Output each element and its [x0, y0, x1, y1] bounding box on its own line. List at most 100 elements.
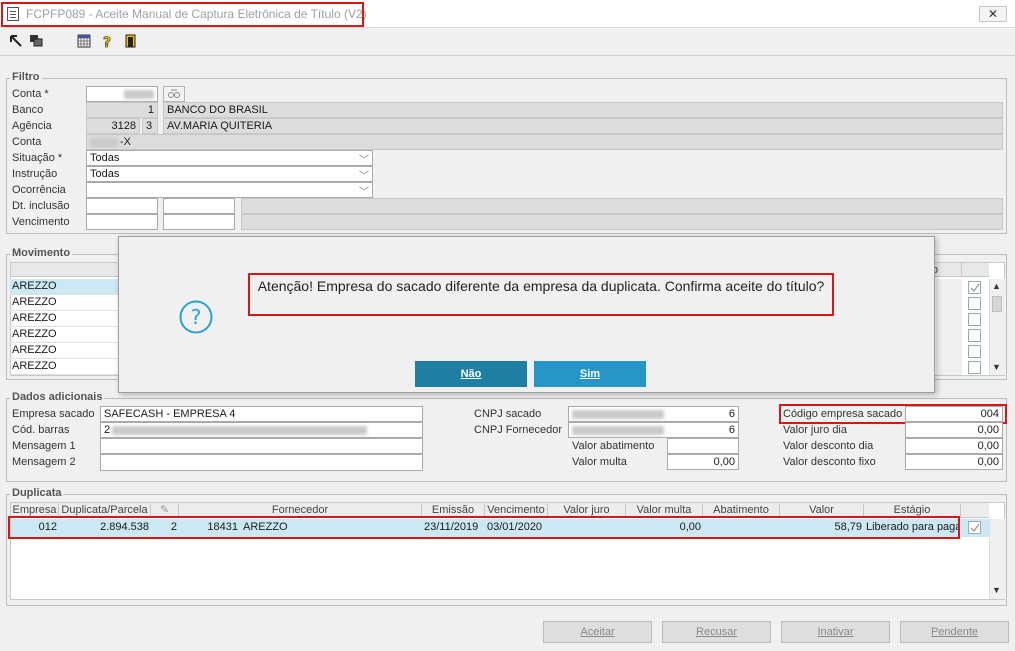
recusar-button[interactable]: Recusar	[662, 621, 771, 643]
conta-label: Conta	[12, 136, 42, 148]
no-label: Não	[460, 368, 482, 380]
cnpj-sacado-label: CNPJ sacado	[474, 408, 542, 420]
conta-required-label: Conta *	[12, 88, 49, 100]
instrucao-select[interactable]: Todas ﹀	[86, 166, 373, 182]
dt-inclusao-from[interactable]	[86, 198, 158, 214]
vencimento-label: Vencimento	[12, 216, 70, 228]
scroll-thumb[interactable]	[992, 296, 1002, 312]
list-item[interactable]: AREZZO	[10, 359, 118, 375]
vencimento-to[interactable]	[163, 214, 235, 230]
banco-code-field: 1	[86, 102, 158, 118]
inativar-label: Inativar	[817, 626, 854, 638]
cod-barras-redacted	[112, 426, 367, 435]
scroll-down-icon[interactable]: ▼	[992, 362, 1001, 372]
situacao-select[interactable]: Todas ﹀	[86, 150, 373, 166]
valor-multa-field: 0,00	[667, 454, 739, 470]
agencia-label: Agência	[12, 120, 52, 132]
pendente-button[interactable]: Pendente	[900, 621, 1009, 643]
list-item[interactable]: AREZZO	[10, 343, 118, 359]
row-checkbox[interactable]	[968, 329, 981, 342]
situacao-label: Situação *	[12, 152, 63, 164]
exit-door-icon[interactable]	[124, 34, 138, 48]
conta-number-redacted	[90, 138, 118, 147]
cnpj-fornecedor-redacted	[572, 426, 664, 435]
list-item[interactable]: AREZZO	[10, 279, 118, 295]
mensagem1-label: Mensagem 1	[12, 440, 76, 452]
aceitar-button[interactable]: Aceitar	[543, 621, 652, 643]
scroll-down-icon[interactable]: ▼	[992, 585, 1001, 595]
title-highlight	[1, 2, 364, 27]
conta-number-field	[86, 134, 1003, 150]
valor-desconto-dia-field: 0,00	[905, 438, 1003, 454]
list-item[interactable]: AREZZO	[10, 311, 118, 327]
close-button[interactable]: ✕	[979, 6, 1007, 22]
yes-label: Sim	[579, 368, 601, 380]
banco-name-field: BANCO DO BRASIL	[163, 102, 1003, 118]
dt-inclusao-info	[241, 198, 1003, 214]
cnpj-sacado-redacted	[572, 410, 664, 419]
vencimento-info	[241, 214, 1003, 230]
list-item[interactable]: AREZZO	[10, 295, 118, 311]
inativar-button[interactable]: Inativar	[781, 621, 890, 643]
valor-abatimento-field	[667, 438, 739, 454]
windows-icon[interactable]	[29, 34, 43, 48]
binoculars-icon	[168, 89, 180, 99]
row-checkbox[interactable]	[968, 281, 981, 294]
instrucao-label: Instrução	[12, 168, 58, 180]
arrow-icon[interactable]	[9, 34, 23, 48]
chevron-down-icon: ﹀	[359, 171, 369, 182]
row-checkbox[interactable]	[968, 521, 981, 534]
cod-barras-label: Cód. barras	[12, 424, 70, 436]
empresa-sacado-field: SAFECASH - EMPRESA 4	[100, 406, 423, 422]
row-checkbox[interactable]	[968, 361, 981, 374]
toolbar-divider	[0, 55, 1015, 56]
aceitar-label: Aceitar	[580, 626, 615, 638]
valor-desconto-fixo-label: Valor desconto fixo	[783, 456, 876, 468]
row-checkbox[interactable]	[968, 313, 981, 326]
mensagem1-field	[100, 438, 423, 454]
row-checkbox[interactable]	[968, 297, 981, 310]
chevron-down-icon: ﹀	[359, 155, 369, 166]
dt-inclusao-to[interactable]	[163, 198, 235, 214]
list-item[interactable]: AREZZO	[10, 327, 118, 343]
instrucao-value: Todas	[90, 168, 120, 180]
empresa-sacado-label: Empresa sacado	[12, 408, 95, 420]
agencia-code-field: 3128	[86, 118, 140, 134]
yes-button[interactable]: Sim	[534, 361, 646, 387]
valor-juro-dia-label: Valor juro dia	[783, 424, 847, 436]
dados-legend: Dados adicionais	[10, 391, 105, 403]
cnpj-fornecedor-label: CNPJ Fornecedor	[474, 424, 563, 436]
ocorrencia-label: Ocorrência	[12, 184, 66, 196]
vencimento-from[interactable]	[86, 214, 158, 230]
svg-text:?: ?	[191, 305, 202, 329]
mensagem2-field	[100, 454, 423, 471]
valor-desconto-fixo-field: 0,00	[905, 454, 1003, 470]
dialog-message-highlight	[248, 273, 834, 316]
svg-text:?: ?	[103, 35, 111, 50]
ocorrencia-select[interactable]: ﹀	[86, 182, 373, 198]
recusar-label: Recusar	[696, 626, 737, 638]
valor-desconto-dia-label: Valor desconto dia	[783, 440, 874, 452]
cod-barras-prefix: 2	[104, 424, 111, 436]
no-button[interactable]: Não	[415, 361, 527, 387]
agencia-digit-field: 3	[142, 118, 158, 134]
pendente-label: Pendente	[930, 626, 979, 638]
valor-juro-dia-field: 0,00	[905, 422, 1003, 438]
movimento-legend: Movimento	[10, 247, 73, 259]
agencia-name-field: AV.MARIA QUITERIA	[163, 118, 1003, 134]
movimento-header-sep	[961, 263, 962, 277]
help-icon[interactable]: ?	[101, 34, 115, 52]
duplicata-legend: Duplicata	[10, 487, 64, 499]
mensagem2-label: Mensagem 2	[12, 456, 76, 468]
question-icon: ?	[178, 299, 214, 335]
calendar-grid-icon[interactable]	[77, 34, 91, 48]
chevron-down-icon: ﹀	[359, 187, 369, 198]
situacao-value: Todas	[90, 152, 120, 164]
row-checkbox[interactable]	[968, 345, 981, 358]
scroll-up-icon[interactable]: ▲	[992, 281, 1001, 291]
dt-inclusao-label: Dt. inclusão	[12, 200, 70, 212]
movimento-scrollbar[interactable]	[989, 279, 1005, 375]
paperclip-icon: ✎	[159, 504, 170, 516]
valor-multa-label: Valor multa	[572, 456, 627, 468]
valor-abatimento-label: Valor abatimento	[572, 440, 655, 452]
